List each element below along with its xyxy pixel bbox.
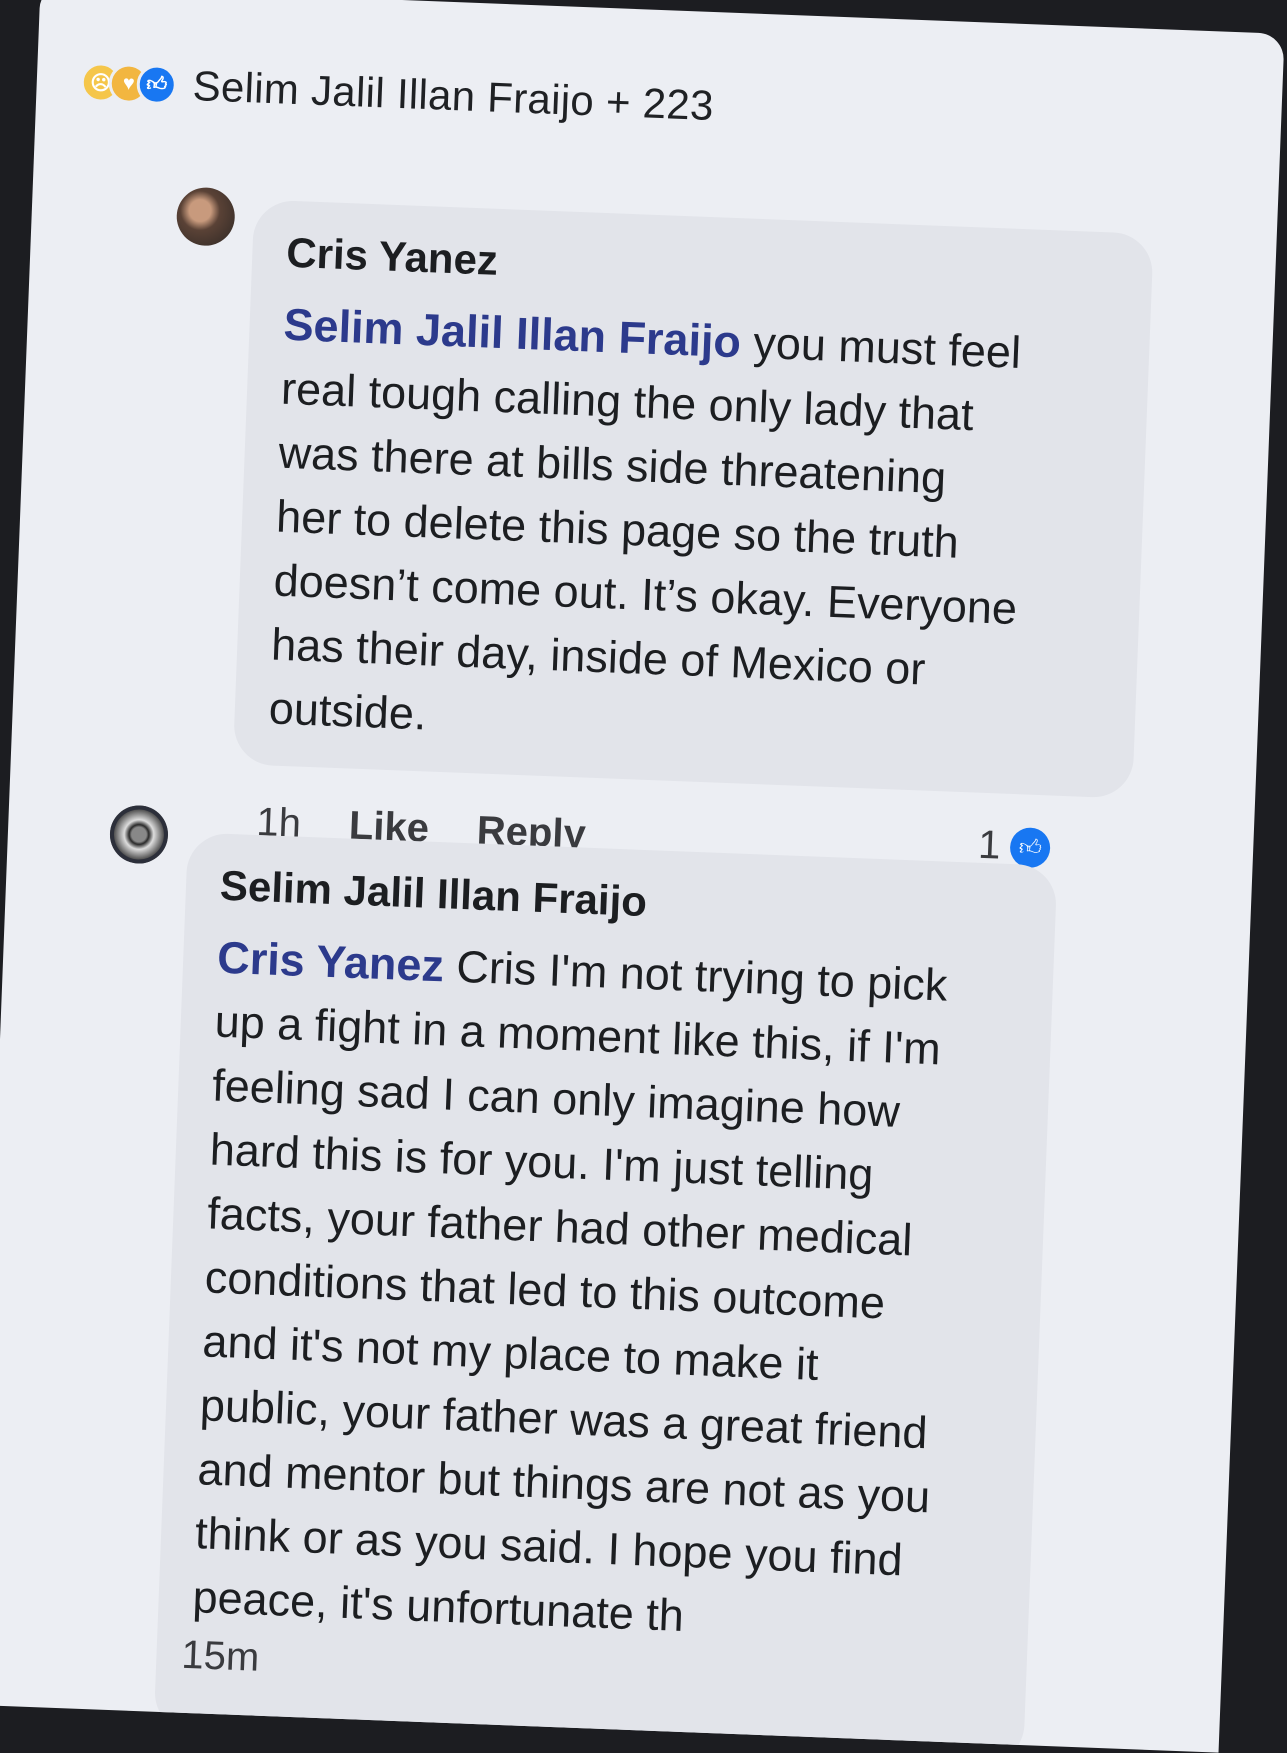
comment-author[interactable]: Selim Jalil Illan Fraijo	[219, 862, 1026, 941]
avatar[interactable]	[175, 186, 236, 247]
reactions-summary-text: Selim Jalil Illan Fraijo + 223	[191, 62, 715, 130]
comment-bubble: Cris Yanez Selim Jalil Illan Fraijo you …	[232, 199, 1154, 799]
comment-actions: 15m	[181, 1633, 260, 1681]
mention-link[interactable]: Cris Yanez	[216, 932, 445, 992]
like-reaction-icon: 👍︎	[136, 63, 178, 106]
avatar[interactable]	[108, 804, 170, 865]
comment-text: Selim Jalil Illan Fraijo you must feel r…	[267, 298, 1022, 740]
reactions-summary[interactable]: ☹ ♥ 👍︎ Selim Jalil Illan Fraijo + 223	[80, 58, 715, 130]
comment-bubble: Selim Jalil Illan Fraijo Cris Yanez Cris…	[153, 832, 1058, 1753]
comment-text: Cris Yanez Cris I'm not trying to pick u…	[191, 931, 949, 1641]
comment-timestamp: 15m	[180, 1632, 261, 1680]
like-icon: 👍︎	[1009, 826, 1052, 868]
mention-link[interactable]: Selim Jalil Illan Fraijo	[283, 299, 742, 368]
comments-screen: ☹ ♥ 👍︎ Selim Jalil Illan Fraijo + 223 Cr…	[0, 0, 1285, 1753]
